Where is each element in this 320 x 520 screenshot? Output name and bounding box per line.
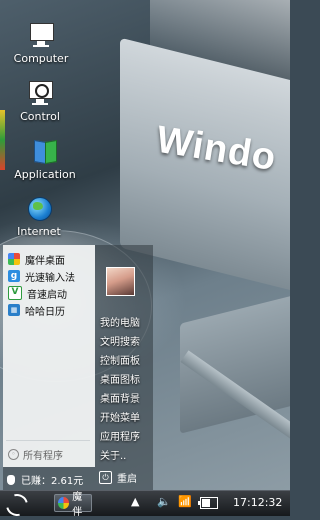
menu-item-about[interactable]: 关于..	[100, 447, 126, 462]
volume-icon[interactable]: 🔈	[157, 495, 171, 508]
all-programs-button[interactable]: ◦ 所有程序	[8, 447, 63, 462]
earned-balance: 已赚：2.61元	[7, 472, 83, 487]
menu-item-desktop-icons[interactable]: 桌面图标	[100, 371, 140, 386]
desktop-icon-computer[interactable]: Computer	[1, 22, 81, 65]
calendar-icon: ▦	[8, 304, 20, 316]
speed-launch-icon: V	[8, 286, 22, 300]
program-item-input-method[interactable]: g 光速输入法	[8, 268, 75, 284]
menu-item-search[interactable]: 文明搜索	[100, 333, 140, 348]
start-swirl-icon	[1, 489, 33, 520]
program-item-moban[interactable]: 魔伴桌面	[8, 251, 65, 267]
avatar[interactable]	[106, 267, 135, 296]
menu-item-start-menu[interactable]: 开始菜单	[100, 409, 140, 424]
menu-item-my-computer[interactable]: 我的电脑	[100, 314, 140, 329]
desktop-icon-label: Internet	[17, 225, 61, 238]
menu-item-desktop-background[interactable]: 桌面背景	[100, 390, 140, 405]
all-programs-label: 所有程序	[23, 451, 63, 462]
desktop-icon-internet[interactable]: Internet	[0, 195, 79, 238]
restart-button[interactable]: ⏻ 重启	[99, 470, 137, 485]
power-icon: ⏻	[99, 471, 112, 484]
moban-icon	[58, 497, 70, 509]
input-method-icon: g	[8, 270, 20, 282]
wifi-icon[interactable]: 📶	[178, 495, 192, 508]
computer-icon	[28, 22, 54, 48]
program-label: 光速输入法	[25, 272, 75, 284]
menu-item-applications[interactable]: 应用程序	[100, 428, 140, 443]
up-arrow-icon[interactable]: ▲	[131, 495, 139, 508]
control-panel-icon	[27, 80, 53, 106]
desktop-icon-application[interactable]: Application	[5, 138, 85, 181]
money-bag-icon	[7, 474, 15, 485]
program-item-speed-launch[interactable]: V 音速启动	[8, 285, 67, 301]
desktop-icon-label: Application	[14, 168, 76, 181]
battery-icon[interactable]	[198, 497, 218, 509]
globe-icon	[26, 195, 52, 221]
earned-label: 已赚：2.61元	[21, 476, 84, 487]
clock: 17:12:32	[233, 496, 283, 509]
application-book-icon	[32, 138, 58, 165]
program-label: 哈哈日历	[25, 306, 65, 318]
restart-label: 重启	[117, 474, 137, 485]
desktop-icon-control[interactable]: Control	[0, 80, 80, 123]
moban-icon	[8, 253, 20, 265]
menu-divider	[6, 440, 90, 441]
program-label: 魔伴桌面	[25, 255, 65, 267]
desktop-icon-label: Control	[20, 110, 60, 123]
start-button[interactable]	[1, 489, 33, 520]
taskbar-app-label: 魔伴	[72, 492, 83, 518]
desktop-icon-label: Computer	[13, 52, 69, 65]
program-item-calendar[interactable]: ▦ 哈哈日历	[8, 302, 65, 318]
menu-item-control-panel[interactable]: 控制面板	[100, 352, 140, 367]
all-programs-icon: ◦	[8, 449, 19, 460]
program-label: 音速启动	[27, 289, 67, 301]
taskbar: 魔伴 ▲ 🔈 📶 17:12:32	[0, 489, 290, 520]
taskbar-app-moban[interactable]: 魔伴	[54, 492, 92, 518]
